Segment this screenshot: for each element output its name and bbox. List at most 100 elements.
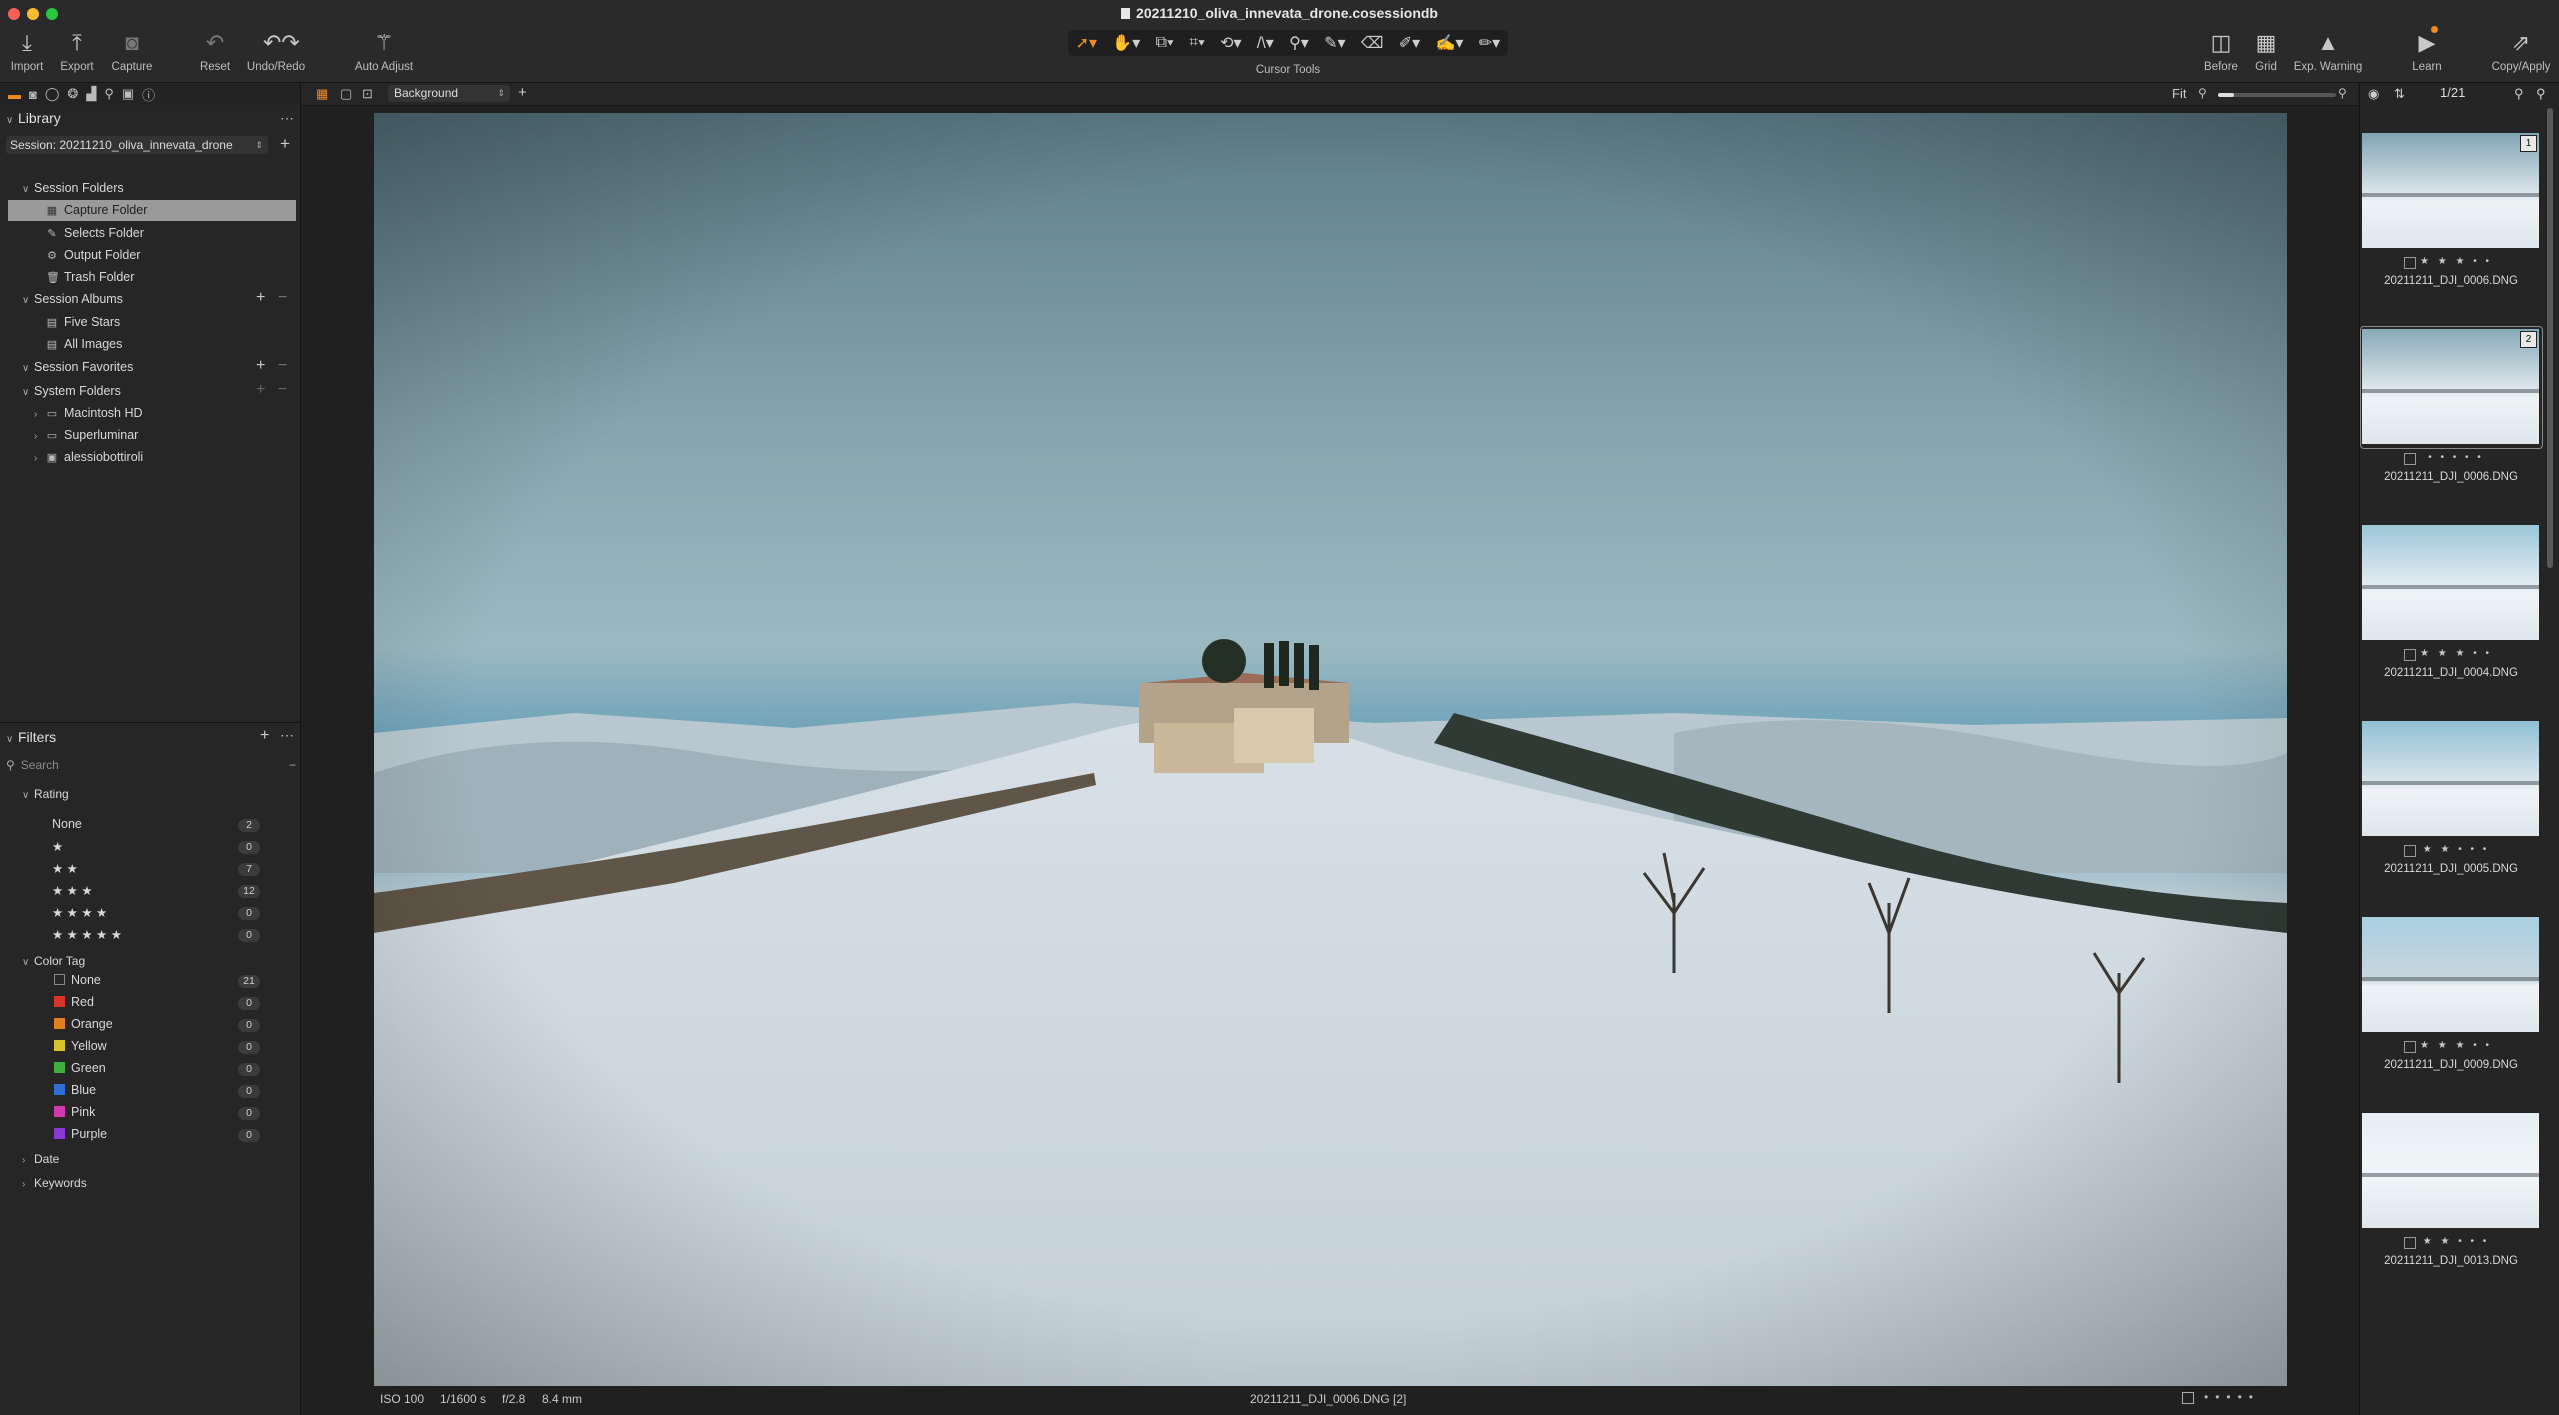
zoom-icon[interactable]: ⚲ bbox=[2536, 86, 2546, 102]
more-options-icon[interactable]: ⋯ bbox=[280, 727, 294, 744]
reset-button[interactable]: ↶ Reset bbox=[190, 30, 240, 73]
main-photo[interactable] bbox=[374, 113, 2287, 1386]
thumbnail-rating[interactable]: ★ ★ • • • bbox=[2366, 1236, 2546, 1247]
add-system-folder-icon[interactable]: + bbox=[256, 381, 265, 399]
add-album-icon[interactable]: + bbox=[256, 289, 265, 307]
adjustments-tab-icon[interactable]: ▣ bbox=[122, 86, 134, 102]
add-layer-icon[interactable]: + bbox=[518, 84, 527, 101]
filmstrip-thumbnail[interactable] bbox=[2362, 525, 2539, 640]
date-filter-header[interactable]: › Date bbox=[22, 1152, 59, 1166]
grid-button[interactable]: ▦ Grid bbox=[2246, 30, 2286, 73]
zoom-slider[interactable] bbox=[2218, 93, 2336, 97]
lens-tab-icon[interactable]: ◯ bbox=[45, 86, 60, 102]
session-favorites-header[interactable]: ∨ Session Favorites bbox=[22, 360, 133, 374]
filmstrip-thumbnail[interactable]: 2 bbox=[2362, 329, 2539, 444]
select-cursor-icon[interactable]: ➚▾ bbox=[1076, 33, 1097, 53]
more-options-icon[interactable]: ⋯ bbox=[280, 110, 294, 127]
background-select[interactable]: Background ⇕ bbox=[388, 85, 510, 102]
filmstrip-thumbnail[interactable] bbox=[2362, 917, 2539, 1032]
system-folder-superluminar[interactable]: › ▭ Superluminar bbox=[34, 428, 138, 442]
color-tag-header[interactable]: ∨ Color Tag bbox=[22, 954, 85, 968]
mask-brush-icon[interactable]: ✍▾ bbox=[1436, 33, 1464, 53]
color-tag-filter-row[interactable]: Orange bbox=[54, 1017, 113, 1031]
keywords-filter-header[interactable]: › Keywords bbox=[22, 1176, 87, 1190]
session-albums-header[interactable]: ∨ Session Albums bbox=[22, 292, 123, 306]
album-all-images[interactable]: ▤ All Images bbox=[46, 337, 123, 351]
search-icon[interactable]: ⚲ bbox=[2514, 86, 2524, 102]
filmstrip-thumbnail[interactable] bbox=[2362, 1113, 2539, 1228]
add-filter-icon[interactable]: + bbox=[260, 727, 269, 745]
export-button[interactable]: ⤒ Export bbox=[52, 30, 102, 73]
add-session-icon[interactable]: + bbox=[280, 134, 290, 154]
exposure-tab-icon[interactable]: ▟ bbox=[86, 86, 96, 102]
filters-search-input[interactable]: ⚲ Search − bbox=[6, 756, 296, 774]
details-tab-icon[interactable]: ⚲ bbox=[104, 86, 114, 102]
capture-folder-item[interactable]: ▦ Capture Folder bbox=[8, 200, 296, 221]
before-button[interactable]: ◫ Before bbox=[2198, 30, 2244, 73]
zoom-out-icon[interactable]: ⚲ bbox=[2198, 86, 2207, 100]
remove-favorite-icon[interactable]: − bbox=[278, 357, 287, 375]
library-tab-icon[interactable]: ▬ bbox=[8, 87, 21, 102]
thumbnail-rating[interactable]: ★ ★ ★ • • bbox=[2366, 648, 2546, 659]
single-view-icon[interactable]: ▢ bbox=[340, 86, 352, 102]
remove-system-folder-icon[interactable]: − bbox=[278, 381, 287, 399]
thumbnail-rating[interactable]: • • • • • bbox=[2366, 452, 2546, 463]
filmstrip-thumbnail[interactable] bbox=[2362, 721, 2539, 836]
brush-icon[interactable]: ✐▾ bbox=[1399, 33, 1420, 53]
gradient-icon[interactable]: ✏▾ bbox=[1479, 33, 1500, 53]
session-select[interactable]: Session: 20211210_oliva_innevata_drone ⇕ bbox=[6, 136, 268, 154]
exp-warning-button[interactable]: ▲ Exp. Warning bbox=[2290, 30, 2366, 73]
rating-dots[interactable]: ••••• bbox=[2204, 1390, 2260, 1404]
session-folders-header[interactable]: ∨ Session Folders bbox=[22, 181, 124, 195]
color-tag-filter-row[interactable]: Pink bbox=[54, 1105, 95, 1119]
erase-icon[interactable]: ⌫ bbox=[1361, 33, 1384, 53]
crop-tool-icon[interactable]: ⌗▾ bbox=[1189, 34, 1205, 52]
thumbnail-rating[interactable]: ★ ★ • • • bbox=[2366, 844, 2546, 855]
capture-button[interactable]: ◙ Capture bbox=[104, 30, 160, 73]
color-tab-icon[interactable]: ❂ bbox=[67, 86, 78, 102]
zoom-in-icon[interactable]: ⚲ bbox=[2338, 86, 2347, 100]
eye-icon[interactable]: ◉ bbox=[2368, 86, 2379, 102]
pan-icon[interactable]: ✋▾ bbox=[1112, 33, 1140, 53]
copy-apply-button[interactable]: ⇗ Copy/Apply bbox=[2486, 30, 2556, 73]
proof-view-icon[interactable]: ⊡ bbox=[362, 86, 373, 102]
info-tab-icon[interactable]: ⓘ bbox=[142, 85, 155, 104]
system-folders-header[interactable]: ∨ System Folders bbox=[22, 384, 121, 398]
thumbnail-rating[interactable]: ★ ★ ★ • • bbox=[2366, 1040, 2546, 1051]
color-tag-filter-row[interactable]: Purple bbox=[54, 1127, 107, 1141]
filmstrip-scrollbar[interactable] bbox=[2547, 108, 2553, 568]
sort-icon[interactable]: ⇅ bbox=[2394, 86, 2405, 102]
filmstrip-thumbnail[interactable]: 1 bbox=[2362, 133, 2539, 248]
color-tag-filter-row[interactable]: None bbox=[54, 973, 101, 987]
capture-tab-icon[interactable]: ◙ bbox=[29, 87, 37, 102]
auto-adjust-button[interactable]: ⚚ Auto Adjust bbox=[348, 30, 420, 73]
import-button[interactable]: ⤓ Import bbox=[2, 30, 52, 73]
multi-view-icon[interactable]: ▦ bbox=[316, 86, 328, 102]
system-folder-user[interactable]: › ▣ alessiobottiroli bbox=[34, 450, 143, 464]
rating-header[interactable]: ∨ Rating bbox=[22, 787, 69, 801]
color-tag-filter-row[interactable]: Blue bbox=[54, 1083, 96, 1097]
rotate-icon[interactable]: ⟲▾ bbox=[1220, 33, 1241, 53]
filters-header[interactable]: ∨ Filters bbox=[6, 729, 56, 745]
heal-icon[interactable]: ✎▾ bbox=[1324, 33, 1345, 53]
album-five-stars[interactable]: ▤ Five Stars bbox=[46, 315, 120, 329]
system-folder-macintosh-hd[interactable]: › ▭ Macintosh HD bbox=[34, 406, 143, 420]
output-folder-item[interactable]: ⚙ Output Folder bbox=[46, 248, 140, 262]
clear-search-icon[interactable]: − bbox=[289, 756, 296, 774]
keystone-icon[interactable]: /\▾ bbox=[1257, 33, 1274, 53]
selects-folder-item[interactable]: ✎ Selects Folder bbox=[46, 226, 144, 240]
color-tag-checkbox[interactable] bbox=[2182, 1392, 2194, 1404]
add-favorite-icon[interactable]: + bbox=[256, 357, 265, 375]
color-tag-filter-row[interactable]: Red bbox=[54, 995, 94, 1009]
color-tag-filter-row[interactable]: Yellow bbox=[54, 1039, 107, 1053]
thumbnail-rating[interactable]: ★ ★ ★ • • bbox=[2366, 256, 2546, 267]
learn-button[interactable]: ▶ Learn bbox=[2405, 26, 2449, 73]
undo-redo-button[interactable]: ↶↷ Undo/Redo bbox=[242, 30, 310, 73]
picker-icon[interactable]: ⚲▾ bbox=[1289, 33, 1309, 53]
crop-icon[interactable]: ⧉▾ bbox=[1156, 34, 1174, 52]
trash-folder-item[interactable]: 🗑 Trash Folder bbox=[46, 270, 134, 284]
color-tag-filter-row[interactable]: Green bbox=[54, 1061, 106, 1075]
library-header[interactable]: ∨ Library bbox=[6, 110, 61, 126]
zoom-fit-label[interactable]: Fit bbox=[2172, 86, 2186, 101]
remove-album-icon[interactable]: − bbox=[278, 289, 287, 307]
